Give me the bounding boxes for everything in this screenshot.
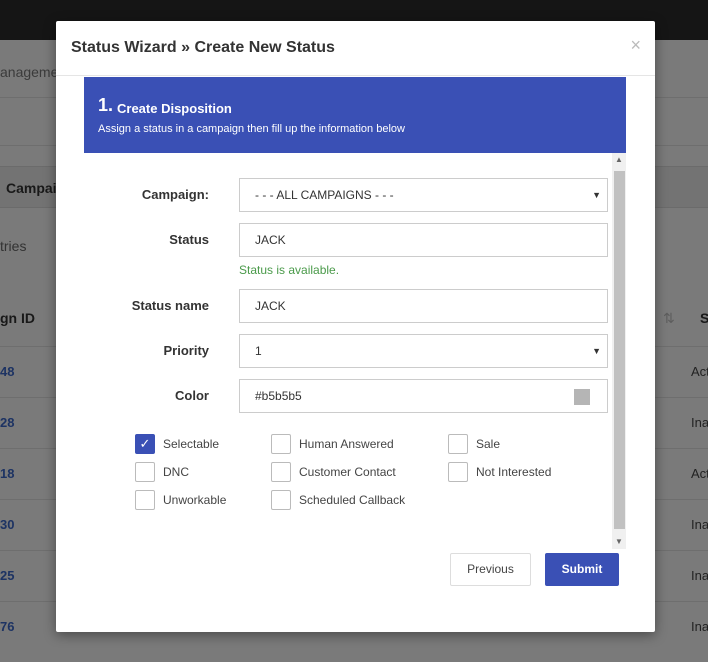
step-description: Assign a status in a campaign then fill … — [98, 123, 405, 135]
checkbox-box[interactable] — [271, 434, 291, 454]
priority-select[interactable]: 1 — [239, 334, 608, 368]
modal-title: Status Wizard » Create New Status — [71, 39, 335, 56]
scrollbar[interactable]: ▲ ▼ — [612, 153, 626, 549]
scroll-up-arrow-icon[interactable]: ▲ — [612, 153, 626, 167]
scrollbar-thumb[interactable] — [614, 171, 625, 529]
campaign-select[interactable]: - - - ALL CAMPAIGNS - - - — [239, 178, 608, 212]
status-wizard-modal: Status Wizard » Create New Status × 1. C… — [56, 21, 655, 632]
status-availability-text: Status is available. — [239, 263, 340, 277]
color-label: Color — [175, 388, 209, 403]
checkbox-box[interactable] — [448, 462, 468, 482]
status-name-input[interactable]: JACK — [239, 289, 608, 323]
checkbox-label: Unworkable — [163, 493, 227, 507]
campaign-label: Campaign: — [141, 187, 209, 202]
color-swatch — [574, 389, 590, 405]
priority-label: Priority — [163, 343, 209, 358]
modal-header: Status Wizard » Create New Status × — [56, 21, 655, 76]
color-input[interactable]: #b5b5b5 — [239, 379, 559, 413]
checkbox-label: Selectable — [163, 437, 220, 451]
color-picker-button[interactable] — [558, 379, 608, 413]
checkbox-box[interactable] — [448, 434, 468, 454]
checkbox-label: Sale — [476, 437, 501, 451]
status-label: Status — [169, 232, 209, 247]
checkbox-box[interactable] — [271, 490, 291, 510]
checkbox-label: Scheduled Callback — [299, 493, 406, 507]
scroll-down-arrow-icon[interactable]: ▼ — [612, 535, 626, 549]
step-banner: 1. Create Disposition Assign a status in… — [84, 77, 626, 153]
checkbox-label: Human Answered — [299, 437, 394, 451]
status-input[interactable]: JACK — [239, 223, 608, 257]
checkbox-label: DNC — [163, 465, 189, 479]
checkbox-box[interactable] — [271, 462, 291, 482]
checkbox-label: Not Interested — [476, 465, 552, 479]
checkbox-box[interactable] — [135, 462, 155, 482]
close-icon[interactable]: × — [630, 35, 641, 56]
status-name-label: Status name — [131, 298, 209, 313]
previous-button[interactable]: Previous — [450, 553, 531, 586]
step-number: 1. — [98, 95, 114, 115]
form-scroll-area: Campaign: - - - ALL CAMPAIGNS - - - Stat… — [84, 153, 626, 549]
checkmark-icon[interactable]: ✓ — [135, 434, 155, 454]
checkbox-box[interactable] — [135, 490, 155, 510]
submit-button[interactable]: Submit — [545, 553, 619, 586]
step-title: Create Disposition — [117, 101, 232, 116]
checkbox-label: Customer Contact — [299, 465, 396, 479]
